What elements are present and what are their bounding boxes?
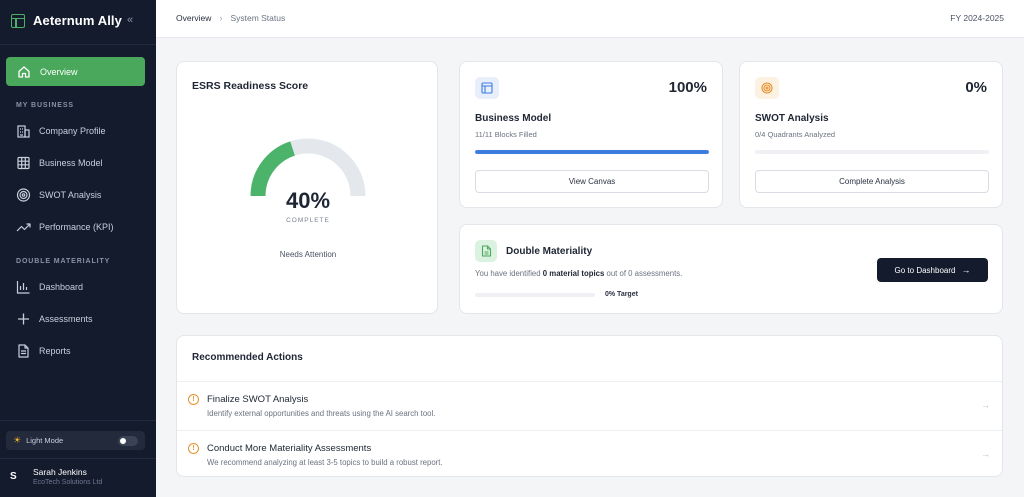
- swot-sub: 0/4 Quadrants Analyzed: [755, 130, 836, 139]
- sidebar-item-label: Company Profile: [39, 126, 106, 136]
- warning-icon: !: [188, 443, 199, 454]
- business-model-title: Business Model: [475, 113, 552, 124]
- swot-icon-box: [755, 77, 779, 99]
- plus-icon: [18, 313, 29, 325]
- sidebar-item-reports[interactable]: Reports: [16, 344, 71, 358]
- readiness-sub: COMPLETE: [286, 217, 330, 224]
- business-model-progress-fill: [475, 150, 709, 154]
- theme-toggle-label: Light Mode: [26, 436, 64, 445]
- swot-card: 0% SWOT Analysis 0/4 Quadrants Analyzed …: [739, 61, 1003, 208]
- sidebar-item-label: Overview: [40, 66, 78, 77]
- sidebar-item-dashboard[interactable]: Dashboard: [16, 280, 83, 294]
- view-canvas-button[interactable]: View Canvas: [475, 170, 709, 193]
- bar-chart-icon: [16, 281, 30, 294]
- dm-desc-post: out of 0 assessments.: [604, 269, 683, 278]
- brand-name: Aeternum Ally: [33, 13, 122, 28]
- dm-desc-pre: You have identified: [475, 269, 543, 278]
- business-model-icon-box: [475, 77, 499, 99]
- target-icon: [16, 188, 31, 202]
- file-icon: [481, 245, 491, 257]
- sidebar-item-label: Dashboard: [39, 282, 84, 292]
- fiscal-year: FY 2024-2025: [950, 13, 1004, 23]
- layout-icon: [481, 82, 493, 94]
- dm-target: 0% Target: [605, 291, 638, 298]
- dm-icon-box: [475, 240, 497, 262]
- action-description: Identify external opportunities and thre…: [207, 409, 436, 418]
- target-icon: [761, 82, 773, 94]
- arrow-right-icon[interactable]: →: [981, 400, 990, 410]
- sidebar-item-label: Reports: [39, 346, 71, 356]
- section-label-my-business: MY BUSINESS: [16, 102, 75, 109]
- logo-icon: [11, 13, 25, 28]
- breadcrumb-separator: ›: [219, 13, 223, 23]
- warning-icon: !: [188, 394, 199, 405]
- document-icon: [18, 344, 29, 358]
- action-description: We recommend analyzing at least 3-5 topi…: [207, 458, 443, 467]
- collapse-sidebar-icon[interactable]: «: [127, 14, 133, 26]
- toggle-switch[interactable]: [118, 436, 138, 446]
- sidebar-item-label: Assessments: [39, 314, 93, 324]
- list-item[interactable]: ! Conduct More Materiality Assessments W…: [177, 431, 1002, 479]
- sidebar-item-business-model[interactable]: Business Model: [16, 156, 103, 170]
- sidebar-divider: [0, 458, 156, 459]
- sidebar-item-overview[interactable]: Overview: [6, 57, 145, 86]
- readiness-title: ESRS Readiness Score: [192, 80, 309, 92]
- arrow-right-icon[interactable]: →: [981, 449, 990, 459]
- list-item[interactable]: ! Finalize SWOT Analysis Identify extern…: [177, 382, 1002, 430]
- dm-description: You have identified 0 material topics ou…: [475, 269, 682, 278]
- double-materiality-card: Double Materiality You have identified 0…: [459, 224, 1003, 314]
- sidebar-item-assessments[interactable]: Assessments: [16, 312, 93, 326]
- action-title: Finalize SWOT Analysis: [207, 394, 309, 405]
- go-to-dashboard-button[interactable]: Go to Dashboard →: [877, 258, 988, 282]
- swot-title: SWOT Analysis: [755, 113, 829, 124]
- home-icon: [18, 65, 30, 78]
- avatar[interactable]: S: [10, 471, 17, 482]
- readiness-card: ESRS Readiness Score 40% COMPLETE Needs …: [176, 61, 438, 314]
- sidebar-divider: [0, 44, 156, 45]
- sidebar-item-label: SWOT Analysis: [39, 190, 102, 200]
- sun-icon: ☀: [13, 435, 22, 445]
- readiness-value: 40%: [285, 188, 331, 213]
- sidebar-item-company-profile[interactable]: Company Profile: [16, 124, 106, 138]
- breadcrumb: Overview › System Status: [176, 13, 285, 23]
- sidebar-item-label: Performance (KPI): [39, 222, 114, 232]
- grid-icon: [17, 156, 30, 170]
- brand[interactable]: Aeternum Ally: [11, 13, 122, 28]
- sidebar-item-performance-kpi[interactable]: Performance (KPI): [16, 220, 114, 234]
- dm-desc-bold: 0 material topics: [542, 269, 605, 278]
- dm-title: Double Materiality: [506, 246, 593, 257]
- sidebar: Aeternum Ally « Overview MY BUSINESS Com…: [0, 0, 156, 497]
- dm-progress: [475, 293, 595, 297]
- business-model-sub: 11/11 Blocks Filled: [475, 130, 537, 139]
- business-model-card: 100% Business Model 11/11 Blocks Filled …: [459, 61, 723, 208]
- readiness-status: Needs Attention: [279, 250, 337, 259]
- recommended-actions-card: Recommended Actions ! Finalize SWOT Anal…: [176, 335, 1003, 477]
- trending-up-icon: [16, 223, 31, 232]
- arrow-right-icon: →: [961, 265, 971, 275]
- complete-analysis-button[interactable]: Complete Analysis: [755, 170, 989, 193]
- theme-toggle[interactable]: ☀ Light Mode: [6, 431, 145, 450]
- action-title: Conduct More Materiality Assessments: [207, 443, 372, 454]
- business-model-progress: [475, 150, 709, 154]
- sidebar-item-label: Business Model: [39, 158, 103, 168]
- breadcrumb-current: System Status: [230, 13, 286, 23]
- go-to-dashboard-label: Go to Dashboard: [894, 265, 956, 275]
- building-icon: [17, 125, 30, 138]
- section-label-double-materiality: DOUBLE MATERIALITY: [16, 258, 111, 265]
- sidebar-item-swot-analysis[interactable]: SWOT Analysis: [16, 188, 101, 202]
- sidebar-divider: [0, 420, 156, 421]
- swot-value: 0%: [965, 79, 987, 96]
- recommended-title: Recommended Actions: [192, 352, 303, 363]
- business-model-value: 100%: [668, 79, 707, 96]
- breadcrumb-overview[interactable]: Overview: [176, 13, 211, 23]
- topbar: Overview › System Status FY 2024-2025: [156, 0, 1024, 38]
- user-name: Sarah Jenkins: [33, 467, 87, 477]
- swot-progress: [755, 150, 989, 154]
- user-org: EcoTech Solutions Ltd: [33, 479, 103, 486]
